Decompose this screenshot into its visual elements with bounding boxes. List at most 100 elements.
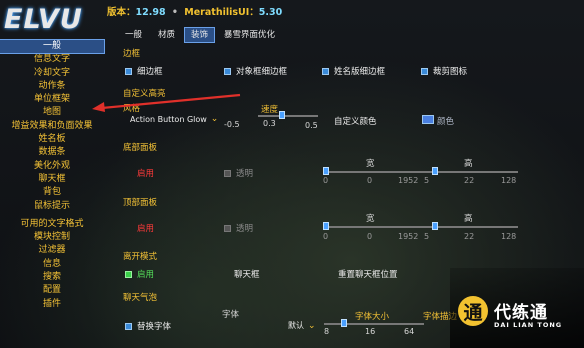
bottom-panel-transparent-option[interactable]: 透明 (224, 167, 253, 179)
nameplate-thin-border-label: 姓名版细边框 (334, 67, 386, 77)
tab-general[interactable]: 一般 (119, 28, 148, 42)
sidebar-item-nameplates[interactable]: 姓名板 (0, 133, 104, 146)
crop-icons-option[interactable]: 裁剪图标 (421, 65, 467, 77)
top-height-slider[interactable] (424, 226, 518, 228)
bottom-panel-transparent-label: 透明 (236, 169, 254, 179)
speed-slider-knob[interactable] (279, 111, 285, 119)
unitframe-thin-border-checkbox[interactable] (224, 67, 231, 75)
sidebar-item-bags[interactable]: 背包 (0, 186, 104, 199)
nameplate-thin-border-checkbox[interactable] (322, 67, 329, 75)
color-label-text: 颜色 (437, 117, 455, 127)
font-label: 字体 (222, 310, 240, 320)
top-height-label: 高 (464, 214, 473, 224)
nameplate-thin-border-option[interactable]: 姓名版细边框 (322, 65, 385, 77)
top-width-value: 0 (367, 232, 373, 241)
font-size-max: 64 (404, 327, 415, 336)
top-width-slider[interactable] (323, 226, 425, 228)
tab-cosmetic[interactable]: 装饰 (184, 27, 216, 43)
bottom-height-slider[interactable] (424, 171, 518, 173)
font-size-slider[interactable] (324, 323, 424, 325)
top-height-max: 128 (501, 232, 517, 241)
afk-enable-checkbox[interactable] (125, 270, 132, 278)
sidebar-item-auras[interactable]: 增益效果和负面效果 (0, 120, 104, 133)
top-width-label: 宽 (366, 214, 375, 224)
version-label: 版本： (107, 7, 136, 18)
bottom-width-slider[interactable] (323, 171, 425, 173)
bottom-width-max: 1952 (398, 176, 419, 185)
plugin-version: 5.30 (258, 7, 283, 18)
bottom-height-min: 5 (424, 176, 430, 185)
sidebar-item-plugins[interactable]: 插件 (0, 298, 104, 311)
font-size-knob[interactable] (341, 319, 347, 327)
bottom-panel-enable-option[interactable]: 启用 (125, 167, 154, 179)
font-size-min: 8 (324, 327, 330, 336)
sidebar-item-chat[interactable]: 聊天框 (0, 173, 104, 186)
sidebar-item-unitframes[interactable]: 单位框架 (0, 93, 104, 106)
sidebar-item-map[interactable]: 地图 (0, 106, 104, 119)
afk-enable-option[interactable]: 启用 (125, 268, 154, 280)
chat-bubble-section-title: 聊天气泡 (123, 293, 158, 303)
sidebar-item-skins[interactable]: 美化外观 (0, 160, 104, 173)
sidebar-item-actionbars[interactable]: 动作条 (0, 80, 104, 93)
thin-border-label: 细边框 (137, 67, 163, 77)
afk-enable-label: 启用 (137, 270, 155, 280)
sidebar: 一般 信息文字 冷却文字 动作条 单位框架 地图 增益效果和负面效果 姓名板 数… (0, 38, 105, 348)
sidebar-item-info-text[interactable]: 信息文字 (0, 53, 104, 66)
version-info: 版本：12.98 • MerathilisUI：5.30 (107, 4, 282, 18)
reset-chat-position-label: 重置聊天框位置 (338, 270, 398, 280)
replace-font-checkbox[interactable] (125, 322, 132, 330)
sidebar-item-filters[interactable]: 过滤器 (0, 244, 104, 257)
crop-icons-checkbox[interactable] (421, 67, 428, 75)
speed-end: 0.5 (305, 121, 318, 130)
highlight-style-value: Action Button Glow (130, 114, 207, 124)
sidebar-item-tooltip[interactable]: 鼠标提示 (0, 200, 104, 213)
top-height-knob[interactable] (432, 222, 438, 230)
sidebar-item-search[interactable]: 搜索 (0, 271, 104, 284)
font-select-value: 默认 (288, 321, 304, 330)
top-height-min: 5 (424, 232, 430, 241)
thin-border-option[interactable]: 细边框 (125, 65, 163, 77)
bottom-panel-transparent-checkbox[interactable] (224, 169, 231, 177)
bottom-height-label: 高 (464, 159, 473, 169)
sidebar-item-modules[interactable]: 模块控制 (0, 231, 104, 244)
top-panel-transparent-option[interactable]: 透明 (224, 222, 253, 234)
custom-color-label: 自定义颜色 (334, 115, 377, 127)
top-height-value: 22 (464, 232, 475, 241)
sidebar-item-databars[interactable]: 数据条 (0, 146, 104, 159)
sidebar-item-profiles[interactable]: 配置 (0, 284, 104, 297)
replace-font-option[interactable]: 替换字体 (125, 320, 171, 332)
watermark-logo-icon: 通 (458, 296, 488, 326)
reset-chat-position-button[interactable]: 重置聊天框位置 (338, 268, 398, 280)
replace-font-label: 替换字体 (137, 322, 172, 332)
unitframe-thin-border-option[interactable]: 对象框细边框 (224, 65, 287, 77)
bottom-panel-title: 底部面板 (123, 143, 158, 153)
tab-bar: 一般 材质 装饰 暴雪界面优化 (119, 27, 281, 43)
font-select[interactable]: 默认 ⌄ (288, 320, 316, 331)
highlight-style-select[interactable]: Action Button Glow ⌄ (130, 114, 218, 124)
color-swatch[interactable] (422, 115, 434, 124)
version-separator: • (171, 7, 178, 18)
annotation-arrow (92, 93, 241, 112)
top-panel-enable-option[interactable]: 启用 (125, 222, 154, 234)
top-width-knob[interactable] (323, 222, 329, 230)
speed-slider-track[interactable] (258, 115, 318, 117)
tab-media[interactable]: 材质 (152, 28, 181, 42)
speed-value: 0.3 (263, 119, 276, 128)
sidebar-item-tags[interactable]: 可用的文字格式 (0, 218, 104, 231)
watermark-glyph: 通 (463, 301, 483, 324)
sidebar-item-general[interactable]: 一般 (0, 38, 105, 55)
bottom-height-value: 22 (464, 176, 475, 185)
top-panel-transparent-checkbox[interactable] (224, 224, 231, 232)
font-size-label: 字体大小 (355, 312, 390, 322)
watermark-cn-text: 代练通 (494, 303, 548, 323)
sidebar-item-info[interactable]: 信息 (0, 258, 104, 271)
border-section-title: 边框 (123, 49, 141, 59)
bottom-panel-enable-label: 启用 (137, 169, 155, 179)
plugin-label: MerathilisUI： (184, 7, 259, 18)
sidebar-item-cooldown-text[interactable]: 冷却文字 (0, 67, 104, 80)
tab-blizzard[interactable]: 暴雪界面优化 (218, 28, 281, 42)
thin-border-checkbox[interactable] (125, 67, 132, 75)
bottom-width-knob[interactable] (323, 167, 329, 175)
speed-label: 速度 (261, 105, 279, 115)
bottom-height-knob[interactable] (432, 167, 438, 175)
